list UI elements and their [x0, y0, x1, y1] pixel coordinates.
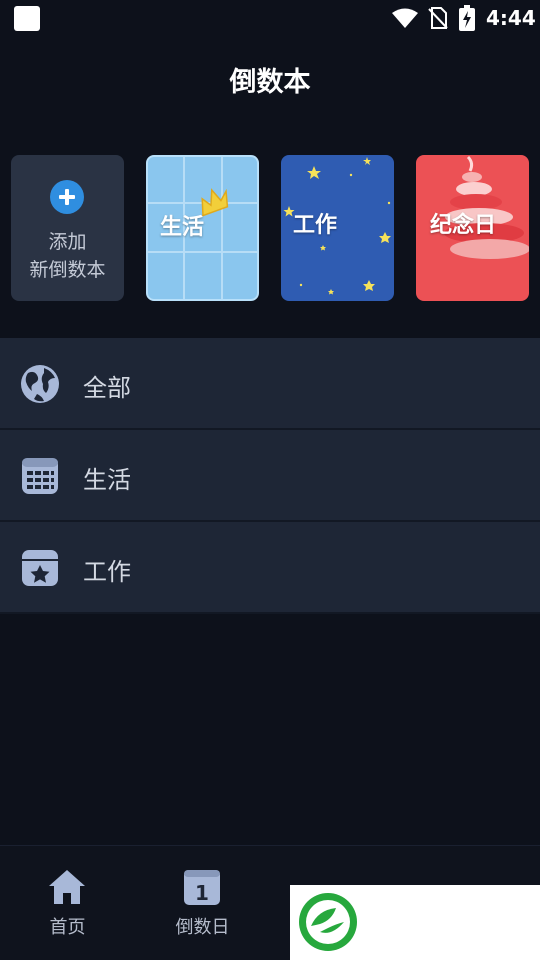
life-card-label: 生活 — [160, 215, 205, 240]
add-countdown-book-card[interactable]: 添加 新倒数本 — [11, 155, 124, 301]
globe-icon — [21, 365, 59, 403]
work-book-card[interactable]: 工作 — [281, 155, 394, 301]
work-card-label: 工作 — [293, 213, 338, 238]
add-card-label: 添加 新倒数本 — [11, 228, 124, 284]
category-label: 生活 — [83, 466, 131, 494]
status-bar: 4:44 — [0, 0, 540, 36]
category-label: 工作 — [83, 558, 131, 586]
calendar-grid-icon — [22, 458, 58, 494]
grid-line — [148, 251, 257, 253]
anniversary-book-card[interactable]: 纪念日 — [416, 155, 529, 301]
no-sim-icon — [428, 7, 448, 29]
watermark-logo-panel — [290, 885, 540, 960]
life-book-card[interactable]: 生活 — [146, 155, 259, 301]
nav-label: 首页 — [49, 917, 86, 938]
category-label: 全部 — [83, 374, 131, 402]
calendar-day-icon: 1 — [184, 870, 220, 905]
home-icon — [49, 870, 85, 904]
category-row-life[interactable]: 生活 — [0, 430, 540, 522]
nav-countdown-day[interactable]: 1 倒数日 — [135, 846, 270, 960]
clock-time: 4:44 — [486, 6, 536, 30]
nav-home[interactable]: 首页 — [0, 846, 135, 960]
battery-charging-icon — [459, 5, 475, 31]
leaf-logo-icon — [299, 893, 357, 951]
grid-line — [221, 157, 223, 299]
anniversary-card-label: 纪念日 — [430, 213, 497, 238]
wifi-icon — [392, 8, 418, 28]
page-title: 倒数本 — [229, 67, 311, 98]
category-row-all[interactable]: 全部 — [0, 338, 540, 430]
category-list: 全部 生活 工作 — [0, 338, 540, 614]
plus-icon — [50, 180, 84, 214]
calendar-day-number: 1 — [195, 881, 209, 905]
add-card-line1: 添加 — [48, 231, 87, 253]
category-row-work[interactable]: 工作 — [0, 522, 540, 614]
notification-icon — [14, 6, 40, 31]
nav-label: 倒数日 — [175, 917, 230, 938]
star-folder-icon — [22, 550, 58, 586]
add-card-line2: 新倒数本 — [29, 259, 106, 281]
